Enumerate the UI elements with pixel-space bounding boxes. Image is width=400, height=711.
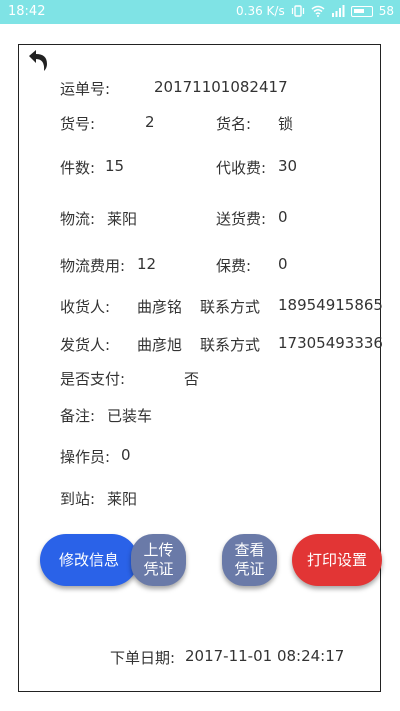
insurance-value: 0 xyxy=(278,255,288,273)
logistics-cost-label: 物流费用: xyxy=(60,257,126,275)
wifi-icon xyxy=(311,5,325,17)
goods-no-label: 货号: xyxy=(60,115,96,133)
status-time: 18:42 xyxy=(8,4,46,19)
order-date-value: 2017-11-01 08:24:17 xyxy=(185,647,345,665)
view-voucher-label: 查看凭证 xyxy=(234,541,265,578)
remark-label: 备注: xyxy=(60,407,96,425)
sender-contact-value: 17305493336 xyxy=(278,334,383,352)
network-speed: 0.36 K/s xyxy=(236,4,285,18)
edit-info-button[interactable]: 修改信息 xyxy=(40,534,138,586)
operator-value: 0 xyxy=(121,446,131,464)
back-arrow-icon[interactable] xyxy=(25,47,51,73)
status-icons: 0.36 K/s 58 xyxy=(236,4,394,18)
vibrate-icon xyxy=(291,5,304,17)
battery-level: 58 xyxy=(378,4,394,18)
cod-fee-value: 30 xyxy=(278,157,298,175)
waybill-label: 运单号: xyxy=(60,80,111,98)
battery-icon xyxy=(350,5,373,17)
view-voucher-button[interactable]: 查看凭证 xyxy=(222,534,277,586)
receiver-contact-value: 18954915865 xyxy=(278,296,383,314)
print-settings-label: 打印设置 xyxy=(306,550,367,569)
edit-info-label: 修改信息 xyxy=(58,550,119,569)
sender-contact-label: 联系方式 xyxy=(200,336,261,354)
waybill-value: 20171101082417 xyxy=(154,78,288,96)
logistics-value: 莱阳 xyxy=(107,210,138,228)
cod-fee-label: 代收费: xyxy=(216,159,267,177)
receiver-contact-label: 联系方式 xyxy=(200,298,261,316)
sender-label: 发货人: xyxy=(60,336,111,354)
receiver-label: 收货人: xyxy=(60,298,111,316)
goods-name-label: 货名: xyxy=(216,115,252,133)
goods-no-value: 2 xyxy=(145,113,155,131)
logistics-label: 物流: xyxy=(60,210,96,228)
logistics-cost-value: 12 xyxy=(137,255,157,273)
insurance-label: 保费: xyxy=(216,257,252,275)
remark-value: 已装车 xyxy=(107,407,153,425)
paid-label: 是否支付: xyxy=(60,370,126,388)
delivery-fee-value: 0 xyxy=(278,208,288,226)
delivery-fee-label: 送货费: xyxy=(216,210,267,228)
paid-value: 否 xyxy=(184,370,200,388)
station-label: 到站: xyxy=(60,490,96,508)
receiver-value: 曲彦铭 xyxy=(137,298,183,316)
pieces-value: 15 xyxy=(105,157,125,175)
station-value: 莱阳 xyxy=(107,490,138,508)
signal-icon xyxy=(331,5,345,17)
upload-voucher-button[interactable]: 上传凭证 xyxy=(131,534,186,586)
print-settings-button[interactable]: 打印设置 xyxy=(292,534,382,586)
status-bar: 18:42 0.36 K/s 58 xyxy=(0,0,400,24)
order-date-label: 下单日期: xyxy=(110,649,176,667)
pieces-label: 件数: xyxy=(60,159,96,177)
upload-voucher-label: 上传凭证 xyxy=(143,541,174,578)
operator-label: 操作员: xyxy=(60,448,111,466)
sender-value: 曲彦旭 xyxy=(137,336,183,354)
goods-name-value: 锁 xyxy=(278,115,294,133)
